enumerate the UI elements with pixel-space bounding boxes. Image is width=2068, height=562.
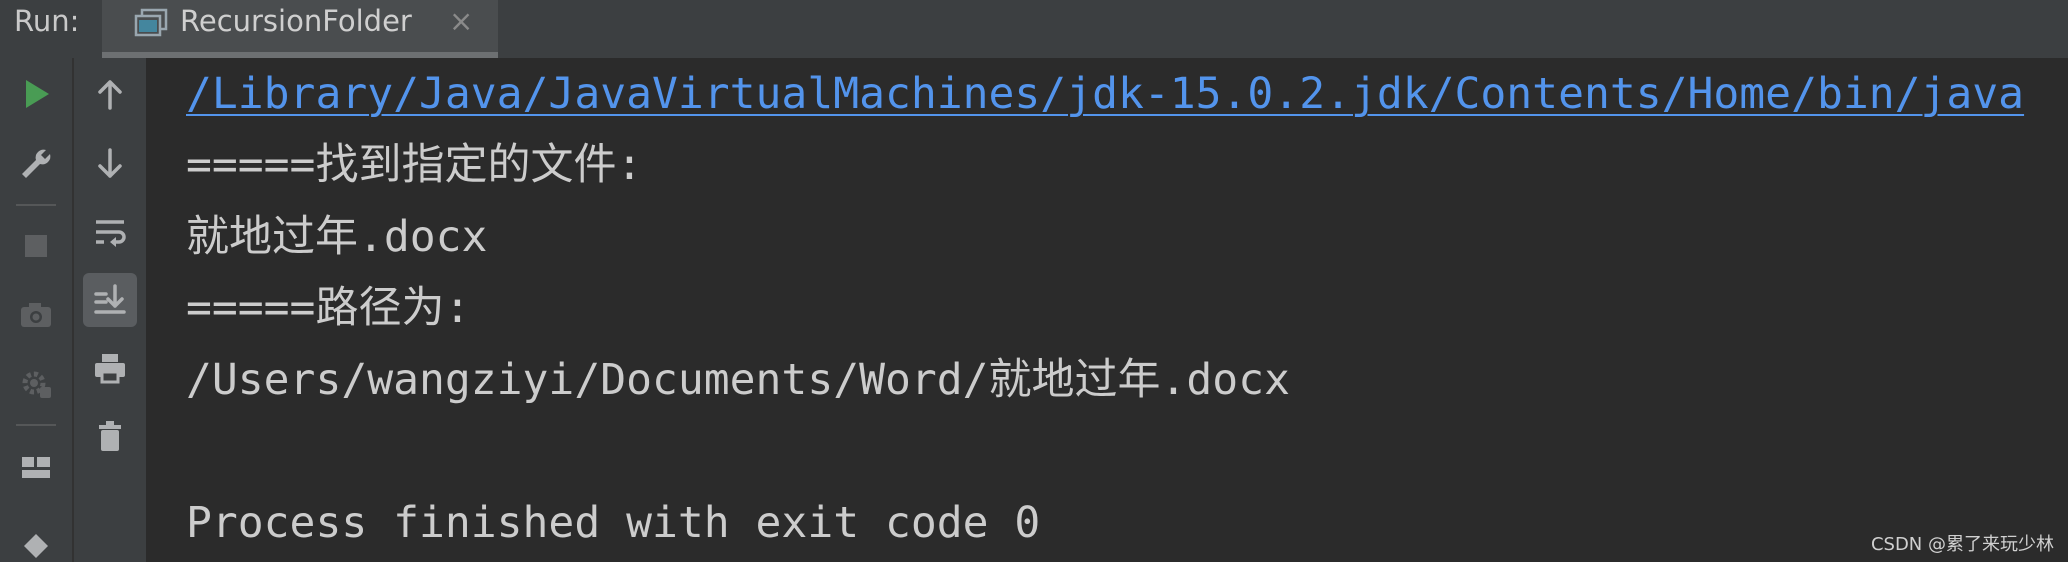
toolbar-separator [16, 424, 56, 426]
soft-wrap-button[interactable] [83, 205, 137, 259]
console-line: =====找到指定的文件: [186, 140, 643, 190]
pin-button[interactable] [9, 521, 63, 562]
watermark: CSDN @累了来玩少林 [1870, 534, 2054, 555]
stop-icon [25, 235, 47, 257]
print-button[interactable] [83, 341, 137, 395]
arrow-up-icon [98, 80, 122, 110]
run-tool-window: Run: RecursionFolder × /Library/Java/Jav… [0, 0, 2068, 562]
console-line: 就地过年.docx [186, 212, 488, 262]
run-header: Run: RecursionFolder × [0, 0, 2068, 58]
arrow-down-icon [98, 148, 122, 178]
debug-settings-button[interactable] [9, 356, 63, 410]
run-config-icon [134, 8, 168, 38]
rerun-button[interactable] [9, 67, 63, 121]
toolbar-separator [16, 204, 56, 206]
pin-icon [24, 534, 48, 558]
camera-icon [21, 303, 51, 327]
console-output[interactable]: /Library/Java/JavaVirtualMachines/jdk-15… [146, 58, 2068, 562]
java-path-link[interactable]: /Library/Java/JavaVirtualMachines/jdk-15… [186, 68, 2024, 120]
print-icon [95, 354, 125, 384]
process-exit-line: Process finished with exit code 0 [186, 498, 1041, 548]
trash-icon [99, 421, 121, 451]
layout-icon [22, 457, 50, 478]
wrench-icon [22, 149, 51, 178]
down-stack-button[interactable] [83, 137, 137, 191]
soft-wrap-icon [96, 220, 126, 247]
tab-close-button[interactable]: × [449, 4, 473, 38]
scroll-to-end-icon [94, 284, 126, 314]
console-actions-toolbar [74, 58, 146, 562]
console-line: /Users/wangziyi/Documents/Word/就地过年.docx [186, 355, 1290, 405]
run-label: Run: [14, 4, 80, 38]
dump-threads-button[interactable] [9, 288, 63, 342]
run-actions-toolbar [0, 58, 72, 562]
stop-button[interactable] [9, 219, 63, 273]
gear-bug-icon [22, 371, 51, 398]
scroll-to-end-button[interactable] [83, 273, 137, 327]
play-icon [26, 80, 49, 108]
console-line: =====路径为: [186, 283, 471, 333]
clear-all-button[interactable] [83, 409, 137, 463]
settings-button[interactable] [9, 137, 63, 191]
tab-recursion-folder[interactable]: RecursionFolder × [102, 0, 498, 58]
up-stack-button[interactable] [83, 67, 137, 121]
tab-title: RecursionFolder [180, 4, 412, 38]
layout-button[interactable] [9, 440, 63, 494]
